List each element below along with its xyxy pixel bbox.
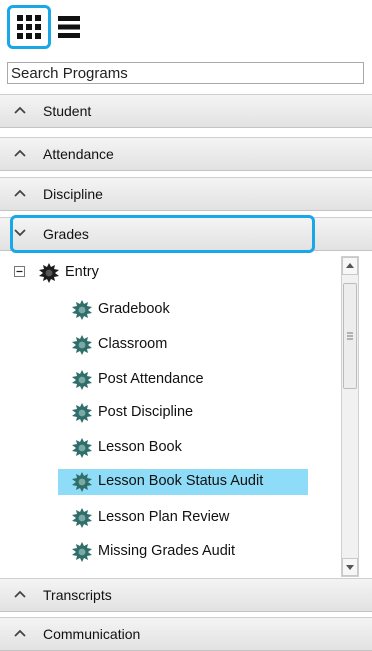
tree-item-label: Missing Grades Audit xyxy=(98,543,236,559)
gear-icon xyxy=(72,472,92,492)
tree-scrollbar[interactable] xyxy=(341,256,359,577)
gear-icon xyxy=(72,403,92,423)
gear-icon xyxy=(72,335,92,355)
tree-item-label: Lesson Book Status Audit xyxy=(98,473,264,489)
chevron-up-icon xyxy=(14,106,26,114)
tree-item-lesson-book-status-audit[interactable]: Lesson Book Status Audit xyxy=(58,469,308,495)
section-communication[interactable]: Communication xyxy=(0,617,372,651)
program-tree: Entry Gradebook Classroom Post Attendanc… xyxy=(0,255,372,578)
list-view-button[interactable] xyxy=(58,16,80,43)
scroll-thumb[interactable] xyxy=(343,283,357,389)
gear-icon xyxy=(39,263,59,283)
tree-item-post-attendance[interactable]: Post Attendance xyxy=(72,368,272,392)
tree-item-label: Post Attendance xyxy=(98,371,204,387)
section-label: Communication xyxy=(43,626,141,642)
section-label: Grades xyxy=(43,226,89,242)
section-label: Attendance xyxy=(43,146,114,162)
grip-icon xyxy=(347,332,353,340)
tree-item-post-discipline[interactable]: Post Discipline xyxy=(72,401,272,425)
gear-icon xyxy=(72,300,92,320)
chevron-down-icon xyxy=(14,229,26,237)
toolbar xyxy=(0,0,372,58)
hamburger-list-icon xyxy=(58,16,80,38)
caret-down-icon xyxy=(346,565,354,570)
section-label: Student xyxy=(43,103,92,119)
section-label: Discipline xyxy=(43,186,103,202)
tree-item-lesson-book[interactable]: Lesson Book xyxy=(72,436,272,460)
tree-item-missing-grades-audit[interactable]: Missing Grades Audit xyxy=(72,540,292,564)
tree-item-gradebook[interactable]: Gradebook xyxy=(72,298,272,322)
tree-item-label: Lesson Book xyxy=(98,439,182,455)
caret-up-icon xyxy=(346,263,354,268)
section-label: Transcripts xyxy=(43,587,112,603)
tree-item-label: Lesson Plan Review xyxy=(98,509,230,525)
section-grades[interactable]: Grades xyxy=(0,215,372,253)
section-student[interactable]: Student xyxy=(0,94,372,128)
scroll-up-button[interactable] xyxy=(342,257,358,275)
chevron-up-icon xyxy=(14,590,26,598)
tree-node-label: Entry xyxy=(65,264,99,280)
minus-box-icon[interactable] xyxy=(14,266,25,277)
tree-item-label: Classroom xyxy=(98,336,168,352)
grid-icon xyxy=(17,15,41,39)
section-discipline[interactable]: Discipline xyxy=(0,177,372,211)
search-box xyxy=(7,62,364,84)
tree-item-classroom[interactable]: Classroom xyxy=(72,333,272,357)
chevron-up-icon xyxy=(14,629,26,637)
chevron-up-icon xyxy=(14,189,26,197)
chevron-up-icon xyxy=(14,149,26,157)
tree-item-label: Gradebook xyxy=(98,301,170,317)
tree-item-label: Post Discipline xyxy=(98,404,194,420)
tree-node-entry[interactable]: Entry xyxy=(14,261,164,285)
gear-icon xyxy=(72,542,92,562)
grid-view-button[interactable] xyxy=(7,5,51,49)
scroll-down-button[interactable] xyxy=(342,558,358,576)
section-transcripts[interactable]: Transcripts xyxy=(0,578,372,612)
gear-icon xyxy=(72,508,92,528)
section-attendance[interactable]: Attendance xyxy=(0,137,372,171)
search-input[interactable] xyxy=(7,62,364,84)
tree-item-lesson-plan-review[interactable]: Lesson Plan Review xyxy=(72,506,292,530)
gear-icon xyxy=(72,438,92,458)
gear-icon xyxy=(72,370,92,390)
